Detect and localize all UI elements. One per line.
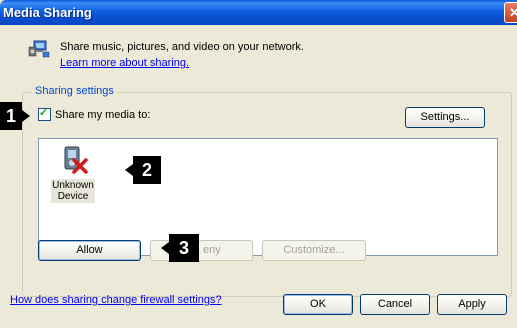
share-media-checkbox[interactable]: ✓	[38, 107, 51, 121]
callout-1-arrow	[22, 110, 30, 122]
sharing-settings-label: Sharing settings	[32, 85, 117, 97]
window-title: Media Sharing	[3, 5, 92, 20]
close-icon[interactable]: ✕	[504, 2, 517, 23]
allow-button[interactable]: Allow	[38, 240, 141, 261]
callout-3-arrow	[161, 242, 169, 254]
callout-2: 2	[133, 156, 161, 184]
callout-1: 1	[0, 102, 22, 130]
dialog-body: Share music, pictures, and video on your…	[0, 25, 517, 328]
share-media-label: Share my media to:	[55, 108, 151, 121]
callout-2-arrow	[125, 164, 133, 176]
device-list[interactable]: Unknown Device	[38, 138, 498, 256]
cancel-button[interactable]: Cancel	[360, 294, 430, 315]
firewall-settings-link[interactable]: How does sharing change firewall setting…	[10, 294, 222, 306]
title-bar[interactable]: Media Sharing ✕	[0, 0, 517, 25]
customize-button[interactable]: Customize...	[262, 240, 366, 261]
header-description: Share music, pictures, and video on your…	[60, 41, 304, 53]
device-label: Unknown Device	[51, 179, 95, 203]
ok-button[interactable]: OK	[283, 294, 353, 315]
apply-button[interactable]: Apply	[437, 294, 507, 315]
device-label-line1: Unknown	[52, 180, 94, 191]
media-sharing-window: Media Sharing ✕ Share music, pictures, a…	[0, 0, 517, 328]
check-icon: ✓	[39, 107, 49, 119]
media-device-blocked-icon	[64, 146, 88, 174]
media-sharing-icon	[28, 40, 50, 58]
settings-button[interactable]: Settings...	[405, 107, 485, 128]
share-media-checkbox-row[interactable]: ✓ Share my media to:	[38, 107, 151, 121]
device-item[interactable]: Unknown Device	[51, 144, 95, 203]
callout-3: 3	[169, 234, 199, 262]
learn-more-link[interactable]: Learn more about sharing.	[60, 57, 189, 69]
device-label-line2: Device	[57, 191, 89, 202]
